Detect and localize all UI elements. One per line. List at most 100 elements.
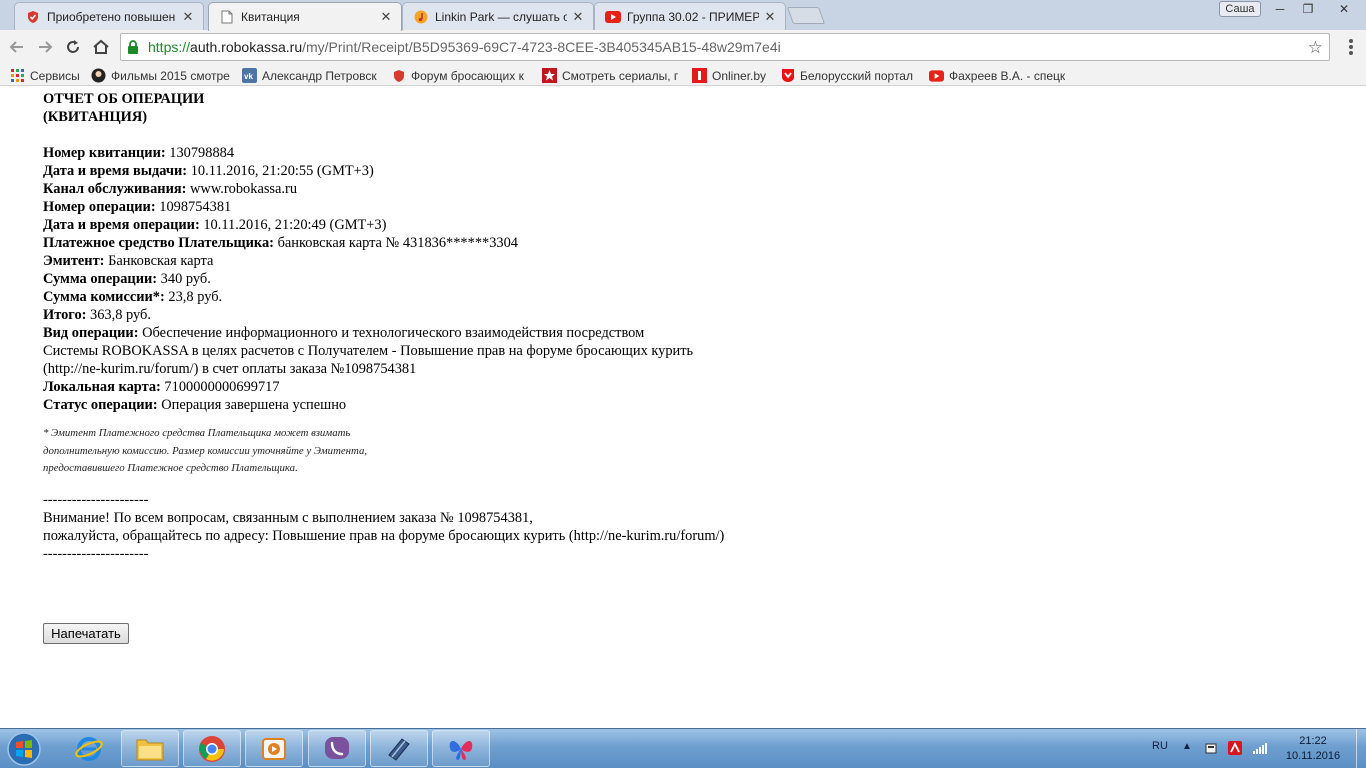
bookmark-item[interactable]: Фильмы 2015 смотре bbox=[91, 67, 231, 84]
bookmark-label: Сервисы bbox=[30, 68, 80, 83]
receipt-row: Сумма комиссии*: 23,8 руб. bbox=[43, 288, 1043, 306]
receipt-row: Локальная карта: 7100000000699717 bbox=[43, 378, 1043, 396]
profile-button[interactable]: Саша bbox=[1219, 1, 1261, 17]
minimize-icon[interactable]: ─ bbox=[1266, 0, 1294, 18]
receipt-row: Дата и время операции: 10.11.2016, 21:20… bbox=[43, 216, 1043, 234]
restore-icon[interactable]: ❐ bbox=[1294, 0, 1322, 18]
receipt-row: Статус операции: Операция завершена успе… bbox=[43, 396, 1043, 414]
row-label: Канал обслуживания: bbox=[43, 181, 187, 197]
receipt-row: Канал обслуживания: www.robokassa.ru bbox=[43, 180, 1043, 198]
close-icon[interactable]: ✕ bbox=[181, 9, 195, 25]
print-button[interactable]: Напечатать bbox=[43, 623, 129, 644]
tab-music[interactable]: Linkin Park — слушать о ✕ bbox=[402, 2, 594, 30]
row-label: Сумма операции: bbox=[43, 271, 158, 287]
row-label: Номер квитанции: bbox=[43, 145, 166, 161]
viber-icon[interactable] bbox=[308, 730, 366, 767]
heading-line: ОТЧЕТ ОБ ОПЕРАЦИИ bbox=[43, 91, 205, 107]
row-value: 340 руб. bbox=[157, 271, 211, 287]
forward-arrow-icon[interactable] bbox=[34, 36, 56, 58]
media-player-icon[interactable] bbox=[245, 730, 303, 767]
star-icon bbox=[542, 68, 557, 83]
url-host: auth.robokassa.ru bbox=[190, 39, 303, 55]
receipt-row: Сумма операции: 340 руб. bbox=[43, 270, 1043, 288]
books-app-icon[interactable] bbox=[370, 730, 428, 767]
youtube-icon bbox=[605, 9, 621, 25]
chrome-icon[interactable] bbox=[183, 730, 241, 767]
bookmark-item[interactable]: vk Александр Петровск bbox=[242, 67, 382, 84]
shield-icon bbox=[25, 9, 41, 25]
reload-icon[interactable] bbox=[62, 36, 84, 58]
url-scheme: https:// bbox=[148, 39, 191, 55]
receipt-row: Итого: 363,8 руб. bbox=[43, 306, 1043, 324]
antivirus-icon[interactable] bbox=[1228, 741, 1242, 755]
bookmark-item[interactable]: Форум бросающих к bbox=[391, 67, 531, 84]
row-value: 10.11.2016, 21:20:55 (GMT+3) bbox=[187, 163, 374, 179]
operation-description: Системы ROBOKASSA в целях расчетов с Пол… bbox=[43, 343, 694, 359]
bookmark-star-icon[interactable]: ☆ bbox=[1308, 38, 1323, 58]
bookmark-item[interactable]: Белорусский портал bbox=[780, 67, 918, 84]
tab-youtube[interactable]: Группа 30.02 - ПРИМЕР ✕ bbox=[594, 2, 786, 30]
home-icon[interactable] bbox=[90, 36, 112, 58]
attention-text: Внимание! По всем вопросам, связанным с … bbox=[43, 509, 533, 526]
youtube-icon bbox=[929, 68, 944, 83]
browser-toolbar: https://auth.robokassa.ru/my/Print/Recei… bbox=[0, 30, 1366, 64]
close-icon[interactable]: ✕ bbox=[379, 9, 393, 25]
music-note-icon bbox=[413, 9, 429, 25]
back-arrow-icon[interactable] bbox=[6, 36, 28, 58]
vk-icon: vk bbox=[242, 68, 257, 83]
signal-strength-icon[interactable] bbox=[1252, 741, 1267, 755]
row-value: банковская карта № 431836******3304 bbox=[273, 235, 518, 251]
bookmark-label: Onliner.by bbox=[712, 68, 767, 83]
bookmark-label: Белорусский портал bbox=[800, 68, 913, 83]
bookmarks-bar: Сервисы Фильмы 2015 смотре vk Александр … bbox=[0, 64, 1366, 86]
tray-expand-icon[interactable]: ▲ bbox=[1182, 741, 1192, 752]
show-desktop-button[interactable] bbox=[1356, 729, 1366, 768]
row-value: 1098754381 bbox=[155, 199, 232, 215]
taskbar: RU ▲ 21:22 10.11.2016 bbox=[0, 728, 1366, 768]
bookmark-label: Александр Петровск bbox=[262, 68, 377, 83]
bookmark-item[interactable]: Onliner.by bbox=[692, 67, 772, 84]
lock-icon bbox=[127, 40, 143, 54]
bookmark-item[interactable]: Смотреть сериалы, п bbox=[542, 67, 678, 84]
row-value: Операция завершена успешно bbox=[157, 397, 347, 413]
internet-explorer-icon[interactable] bbox=[60, 730, 118, 767]
tab-title: Приобретено повышен bbox=[47, 9, 176, 24]
bookmark-item[interactable]: Сервисы bbox=[10, 67, 82, 84]
close-window-icon[interactable]: ✕ bbox=[1326, 0, 1362, 18]
row-label: Сумма комиссии*: bbox=[43, 289, 165, 305]
divider: ---------------------- bbox=[43, 545, 149, 562]
commission-footnote: * Эмитент Платежного средства Плательщик… bbox=[43, 425, 1043, 478]
network-device-icon[interactable] bbox=[1204, 741, 1218, 755]
close-icon[interactable]: ✕ bbox=[763, 9, 777, 25]
row-label: Статус операции: bbox=[43, 397, 158, 413]
receipt-heading: ОТЧЕТ ОБ ОПЕРАЦИИ (КВИТАНЦИЯ) bbox=[43, 90, 1043, 126]
bookmark-label: Форум бросающих к bbox=[411, 68, 524, 83]
tab-title: Linkin Park — слушать о bbox=[435, 9, 567, 24]
close-icon[interactable]: ✕ bbox=[571, 9, 585, 25]
row-value: 130798884 bbox=[165, 145, 235, 161]
tab-forum[interactable]: Приобретено повышен ✕ bbox=[14, 2, 204, 30]
tab-receipt[interactable]: Квитанция ✕ bbox=[208, 2, 402, 31]
browser-menu-icon[interactable] bbox=[1344, 37, 1358, 57]
row-label: Номер операции: bbox=[43, 199, 156, 215]
row-value: 23,8 руб. bbox=[164, 289, 223, 305]
file-explorer-icon[interactable] bbox=[121, 730, 179, 767]
receipt-row: Платежное средство Плательщика: банковск… bbox=[43, 234, 1043, 252]
clock-time: 21:22 bbox=[1299, 735, 1327, 747]
start-button[interactable] bbox=[4, 731, 44, 767]
system-clock[interactable]: 21:22 10.11.2016 bbox=[1280, 734, 1346, 764]
tab-title: Группа 30.02 - ПРИМЕР bbox=[627, 9, 759, 24]
receipt-row: Номер квитанции: 130798884 bbox=[43, 144, 1043, 162]
divider: ---------------------- bbox=[43, 491, 149, 508]
row-label: Дата и время операции: bbox=[43, 217, 200, 233]
receipt-row: Эмитент: Банковская карта bbox=[43, 252, 1043, 270]
row-label: Локальная карта: bbox=[43, 379, 161, 395]
language-indicator[interactable]: RU bbox=[1152, 740, 1168, 752]
new-tab-button[interactable] bbox=[786, 7, 826, 24]
bookmark-item[interactable]: Фахреев В.А. - спецк bbox=[929, 67, 1071, 84]
address-bar[interactable]: https://auth.robokassa.ru/my/Print/Recei… bbox=[120, 33, 1330, 61]
row-label: Платежное средство Плательщика: bbox=[43, 235, 274, 251]
footnote-line: дополнительную комиссию. Размер комиссии… bbox=[43, 444, 368, 457]
butterfly-app-icon[interactable] bbox=[432, 730, 490, 767]
footnote-line: предоставившего Платежное средство Плате… bbox=[43, 462, 298, 474]
